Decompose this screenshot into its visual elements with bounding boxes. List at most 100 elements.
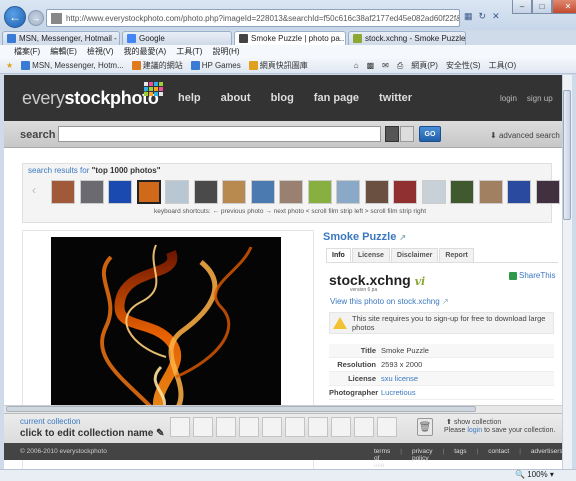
- refresh-icon[interactable]: ↻: [479, 11, 487, 22]
- tab-disclaimer[interactable]: Disclaimer: [390, 248, 439, 263]
- footer-terms[interactable]: terms of use: [374, 448, 390, 469]
- minimize-button[interactable]: –: [512, 0, 532, 14]
- menu-view[interactable]: 檢視(V): [87, 46, 114, 57]
- film-thumbnail[interactable]: [364, 180, 389, 204]
- maximize-button[interactable]: □: [532, 0, 552, 14]
- site-logo[interactable]: everystockphoto: [22, 88, 159, 109]
- collection-slot[interactable]: [285, 417, 305, 437]
- menu-help[interactable]: 說明(H): [212, 46, 239, 57]
- menu-favorites[interactable]: 我的最愛(A): [124, 46, 167, 57]
- zoom-level[interactable]: 🔍 100% ▾: [515, 470, 554, 479]
- address-url: http://www.everystockphoto.com/photo.php…: [66, 13, 460, 23]
- tab-stock-xchng[interactable]: stock.xchng - Smoke Puzzle (...: [348, 31, 466, 45]
- footer-privacy[interactable]: privacy policy: [412, 448, 433, 469]
- vertical-scroll-thumb[interactable]: [563, 90, 571, 220]
- nav-fan-page[interactable]: fan page: [314, 92, 359, 104]
- cmd-safety[interactable]: 安全性(S): [446, 60, 481, 71]
- address-bar[interactable]: http://www.everystockphoto.com/photo.php…: [46, 9, 460, 27]
- nav-twitter[interactable]: twitter: [379, 92, 412, 104]
- mail-icon[interactable]: ✉: [382, 61, 389, 70]
- collection-slot[interactable]: [262, 417, 282, 437]
- footer-advertisers[interactable]: advertisers: [531, 448, 562, 469]
- list-view-icon[interactable]: [400, 126, 414, 142]
- login-link[interactable]: login: [500, 94, 517, 103]
- signup-link[interactable]: sign up: [527, 94, 553, 103]
- tab-info[interactable]: Info: [326, 248, 351, 263]
- menu-edit[interactable]: 編輯(E): [50, 46, 77, 57]
- film-thumbnail[interactable]: [250, 180, 275, 204]
- print-icon[interactable]: ⎙: [397, 61, 403, 71]
- film-thumbnail[interactable]: [478, 180, 503, 204]
- collection-slot[interactable]: [354, 417, 374, 437]
- fav-web-slices[interactable]: 網頁快訊圖庫: [248, 60, 308, 71]
- film-thumbnail[interactable]: [51, 180, 75, 204]
- main-nav: help about blog fan page twitter: [178, 92, 412, 104]
- go-button[interactable]: GO: [419, 126, 441, 142]
- back-button[interactable]: ←: [4, 6, 26, 28]
- film-thumbnail[interactable]: [507, 180, 531, 204]
- film-thumbnail[interactable]: [222, 180, 246, 204]
- menu-tools[interactable]: 工具(T): [176, 46, 202, 57]
- home-icon[interactable]: ⌂: [354, 61, 359, 70]
- film-thumbnail[interactable]: [421, 180, 446, 204]
- film-thumbnail[interactable]: [193, 180, 218, 204]
- photographer-link[interactable]: Lucretious: [381, 388, 416, 397]
- menu-file[interactable]: 檔案(F): [14, 46, 40, 57]
- edit-collection-name[interactable]: click to edit collection name ✎: [20, 428, 165, 439]
- photo-title[interactable]: Smoke Puzzle ↗: [323, 231, 406, 243]
- login-link[interactable]: login: [467, 427, 482, 434]
- forward-button[interactable]: →: [28, 10, 44, 26]
- trash-icon[interactable]: 🗑: [417, 418, 433, 436]
- fav-msn[interactable]: MSN, Messenger, Hotm...: [21, 61, 124, 70]
- search-input[interactable]: [58, 126, 381, 142]
- film-thumbnail[interactable]: [450, 180, 474, 204]
- nav-help[interactable]: help: [178, 92, 201, 104]
- compat-icon[interactable]: ▦: [464, 11, 473, 22]
- collection-slot[interactable]: [239, 417, 259, 437]
- favorites-star-icon[interactable]: ★: [6, 61, 13, 70]
- license-link[interactable]: sxu license: [381, 374, 418, 383]
- nav-about[interactable]: about: [221, 92, 251, 104]
- sharethis-button[interactable]: ShareThis: [509, 271, 555, 280]
- film-thumbnail[interactable]: [79, 180, 104, 204]
- suggested-icon: [131, 61, 141, 70]
- tab-smoke-puzzle[interactable]: Smoke Puzzle | photo pa...: [234, 31, 346, 45]
- film-thumbnail[interactable]: [279, 180, 303, 204]
- advanced-search-link[interactable]: ⬇ advanced search: [490, 131, 560, 140]
- film-thumbnail[interactable]: [165, 180, 189, 204]
- footer-contact[interactable]: contact: [488, 448, 509, 469]
- film-thumbnail[interactable]: [136, 180, 161, 204]
- film-prev-icon[interactable]: ‹: [32, 183, 42, 201]
- meta-row: License sxu license: [329, 372, 554, 386]
- collection-slot[interactable]: [193, 417, 213, 437]
- film-thumbnail[interactable]: [535, 180, 560, 204]
- nav-blog[interactable]: blog: [271, 92, 294, 104]
- collection-slot[interactable]: [377, 417, 397, 437]
- grid-view-icon[interactable]: [385, 126, 399, 142]
- cmd-tools[interactable]: 工具(O): [489, 60, 517, 71]
- view-on-source-link[interactable]: View this photo on stock.xchng ↗: [330, 297, 449, 306]
- film-thumbnail[interactable]: [336, 180, 360, 204]
- collection-slot[interactable]: [331, 417, 351, 437]
- tab-google[interactable]: Google: [122, 31, 232, 45]
- page-viewport: everystockphoto help about blog fan page…: [4, 75, 562, 469]
- collection-slot[interactable]: [170, 417, 190, 437]
- close-button[interactable]: ✕: [552, 0, 576, 14]
- collection-slot[interactable]: [216, 417, 236, 437]
- tab-msn[interactable]: MSN, Messenger, Hotmail - ...: [2, 31, 120, 45]
- show-collection-link[interactable]: ⬆ show collection: [446, 418, 501, 426]
- film-thumbnail[interactable]: [393, 180, 417, 204]
- cmd-page[interactable]: 網頁(P): [411, 60, 438, 71]
- collection-slot[interactable]: [308, 417, 328, 437]
- tab-report[interactable]: Report: [439, 248, 474, 263]
- film-thumbnail[interactable]: [108, 180, 132, 204]
- film-thumbnail[interactable]: [307, 180, 332, 204]
- fav-hp-games[interactable]: HP Games: [190, 61, 241, 70]
- feeds-icon[interactable]: ▩: [367, 61, 375, 70]
- footer-tags[interactable]: tags: [454, 448, 466, 469]
- fav-suggested[interactable]: 建議的網站: [131, 60, 183, 71]
- main-photo[interactable]: [51, 237, 281, 417]
- stop-icon[interactable]: ✕: [492, 11, 500, 22]
- tab-license[interactable]: License: [351, 248, 390, 263]
- horizontal-scroll-thumb[interactable]: [6, 406, 476, 412]
